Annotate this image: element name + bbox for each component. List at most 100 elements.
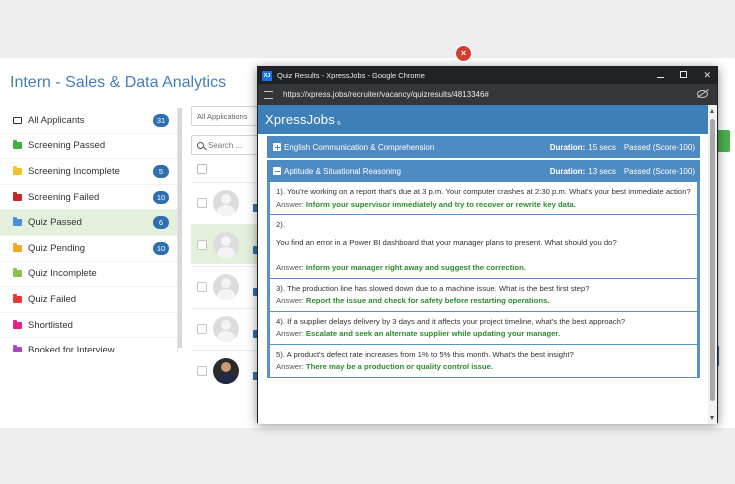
folder-icon [13, 165, 22, 175]
address-bar[interactable]: https://xpress.jobs/recruiter/vacancy/qu… [258, 84, 717, 105]
window-close-button[interactable]: ✕ [703, 67, 711, 84]
quiz-results-window: XJ Quiz Results - XpressJobs - Google Ch… [257, 66, 718, 424]
url-text[interactable]: https://xpress.jobs/recruiter/vacancy/qu… [283, 90, 489, 99]
folder-icon [13, 345, 22, 352]
folder-icon [13, 140, 22, 150]
answer-text: Inform your manager right away and sugge… [305, 263, 526, 272]
candidate-row[interactable] [191, 182, 261, 222]
avatar [213, 274, 239, 300]
sidebar-item[interactable]: Screening Failed 10 [0, 185, 177, 211]
background-band-bottom [0, 428, 735, 484]
sidebar-item[interactable]: Screening Passed [0, 134, 177, 160]
question-list: 1). You're working on a report that's du… [267, 182, 700, 378]
close-popup-button[interactable]: × [456, 46, 471, 61]
candidate-checkbox[interactable] [197, 198, 207, 208]
minimize-button[interactable] [657, 67, 665, 84]
count-badge: 10 [153, 241, 169, 255]
status-sidebar: All Applicants 31 Screening Passed Screenin… [0, 108, 178, 352]
answer-text: Escalate and seek an alternate supplier … [305, 329, 561, 338]
sidebar-item[interactable]: Quiz Failed [0, 287, 177, 313]
avatar [213, 316, 239, 342]
answer-row: Answer: Report the issue and check for s… [276, 295, 691, 308]
sidebar-item-label: Quiz Passed [28, 217, 82, 229]
sidebar-item-label: Booked for Interview [28, 345, 115, 352]
collapse-icon[interactable] [273, 167, 281, 175]
folder-icon [13, 268, 22, 278]
sidebar-item-label: Quiz Incomplete [28, 268, 97, 280]
duration-label: Duration: [549, 166, 586, 176]
sidebar-item-label: Screening Incomplete [28, 165, 120, 177]
candidate-row[interactable] [191, 350, 261, 390]
background-band-top [0, 0, 735, 58]
quiz-sections: English Communication & Comprehension Dur… [258, 136, 709, 378]
count-badge: 6 [153, 216, 169, 230]
sidebar-item[interactable]: Screening Incomplete 5 [0, 159, 177, 185]
sidebar-item[interactable]: All Applicants 31 [0, 108, 177, 134]
question-text: 5). A product's defect rate increases fr… [276, 349, 574, 359]
eye-slash-icon[interactable] [697, 90, 708, 98]
candidate-checkbox[interactable] [197, 240, 207, 250]
candidate-row[interactable] [191, 224, 261, 264]
answer-label: Answer: [276, 362, 304, 371]
question-text: You find an error in a Power BI dashboar… [276, 237, 617, 247]
section-status: Passed (Score-100) [623, 142, 695, 152]
question-item: 5). A product's defect rate increases fr… [270, 345, 697, 378]
sidebar-scrollbar[interactable] [178, 108, 182, 348]
window-titlebar[interactable]: XJ Quiz Results - XpressJobs - Google Ch… [258, 67, 717, 84]
count-badge: 5 [153, 165, 169, 179]
sidebar-item[interactable]: Shortlisted [0, 313, 177, 339]
question-item: 4). If a supplier delays delivery by 3 d… [270, 312, 697, 345]
answer-text: Report the issue and check for safety be… [305, 296, 550, 305]
quiz-section-header[interactable]: English Communication & Comprehension Dur… [267, 136, 700, 158]
answer-label: Answer: [276, 296, 304, 305]
folder-icon [13, 217, 22, 227]
folder-icon [13, 191, 22, 201]
answer-row: Answer: Escalate and seek an alternate s… [276, 328, 691, 341]
sidebar-item[interactable]: Quiz Incomplete [0, 262, 177, 288]
sidebar-item[interactable]: Quiz Pending 10 [0, 236, 177, 262]
question-item: 3). The production line has slowed down … [270, 279, 697, 312]
sidebar-item-label: All Applicants [28, 114, 85, 126]
count-badge: 10 [153, 190, 169, 204]
answer-label: Answer: [276, 329, 304, 338]
candidate-row[interactable] [191, 308, 261, 348]
question-text: 4). If a supplier delays delivery by 3 d… [276, 316, 626, 326]
site-settings-icon[interactable] [264, 90, 273, 99]
brand-logo-text: XpressJobs [265, 112, 335, 127]
folder-icon [13, 242, 22, 252]
sidebar-item-label: Shortlisted [28, 319, 73, 331]
application-filter-select[interactable]: All Applications [191, 106, 263, 126]
sidebar-item-label: Screening Failed [28, 191, 100, 203]
duration-value: 13 secs [588, 166, 616, 176]
expand-icon[interactable] [273, 143, 281, 151]
maximize-icon [680, 71, 688, 78]
section-name: Aptitude & Situational Reasoning [284, 166, 401, 176]
sidebar-item[interactable]: Quiz Passed 6 [0, 210, 177, 236]
inbox-icon [13, 116, 22, 124]
candidate-checkbox[interactable] [197, 282, 207, 292]
question-text: 3). The production line has slowed down … [276, 283, 590, 293]
maximize-button[interactable] [680, 67, 688, 84]
candidate-checkbox[interactable] [197, 366, 207, 376]
answer-label: Answer: [276, 199, 304, 209]
candidate-search-input[interactable]: Search ... [191, 135, 263, 155]
xpressjobs-app-icon: XJ [262, 70, 272, 81]
candidate-row[interactable] [191, 266, 261, 306]
candidate-checkbox[interactable] [197, 324, 207, 334]
answer-row: Answer: There may be a production or qua… [276, 361, 691, 374]
popup-scrollbar[interactable] [708, 105, 717, 424]
scroll-down-icon[interactable] [710, 416, 714, 420]
select-all-checkbox[interactable] [197, 164, 207, 174]
registered-mark: ® [336, 120, 341, 127]
sidebar-item-label: Quiz Failed [28, 293, 77, 305]
scroll-thumb[interactable] [710, 119, 715, 401]
duration-value: 15 secs [588, 142, 616, 152]
scroll-up-icon[interactable] [710, 109, 714, 113]
search-placeholder: Search ... [208, 140, 243, 150]
question-item: 2). You find an error in a Power BI dashb… [270, 215, 697, 279]
folder-icon [13, 319, 22, 329]
search-icon [197, 141, 204, 149]
avatar [213, 190, 239, 216]
sidebar-item[interactable]: Booked for Interview [0, 338, 177, 352]
quiz-section-header[interactable]: Aptitude & Situational Reasoning Duration… [267, 160, 700, 182]
